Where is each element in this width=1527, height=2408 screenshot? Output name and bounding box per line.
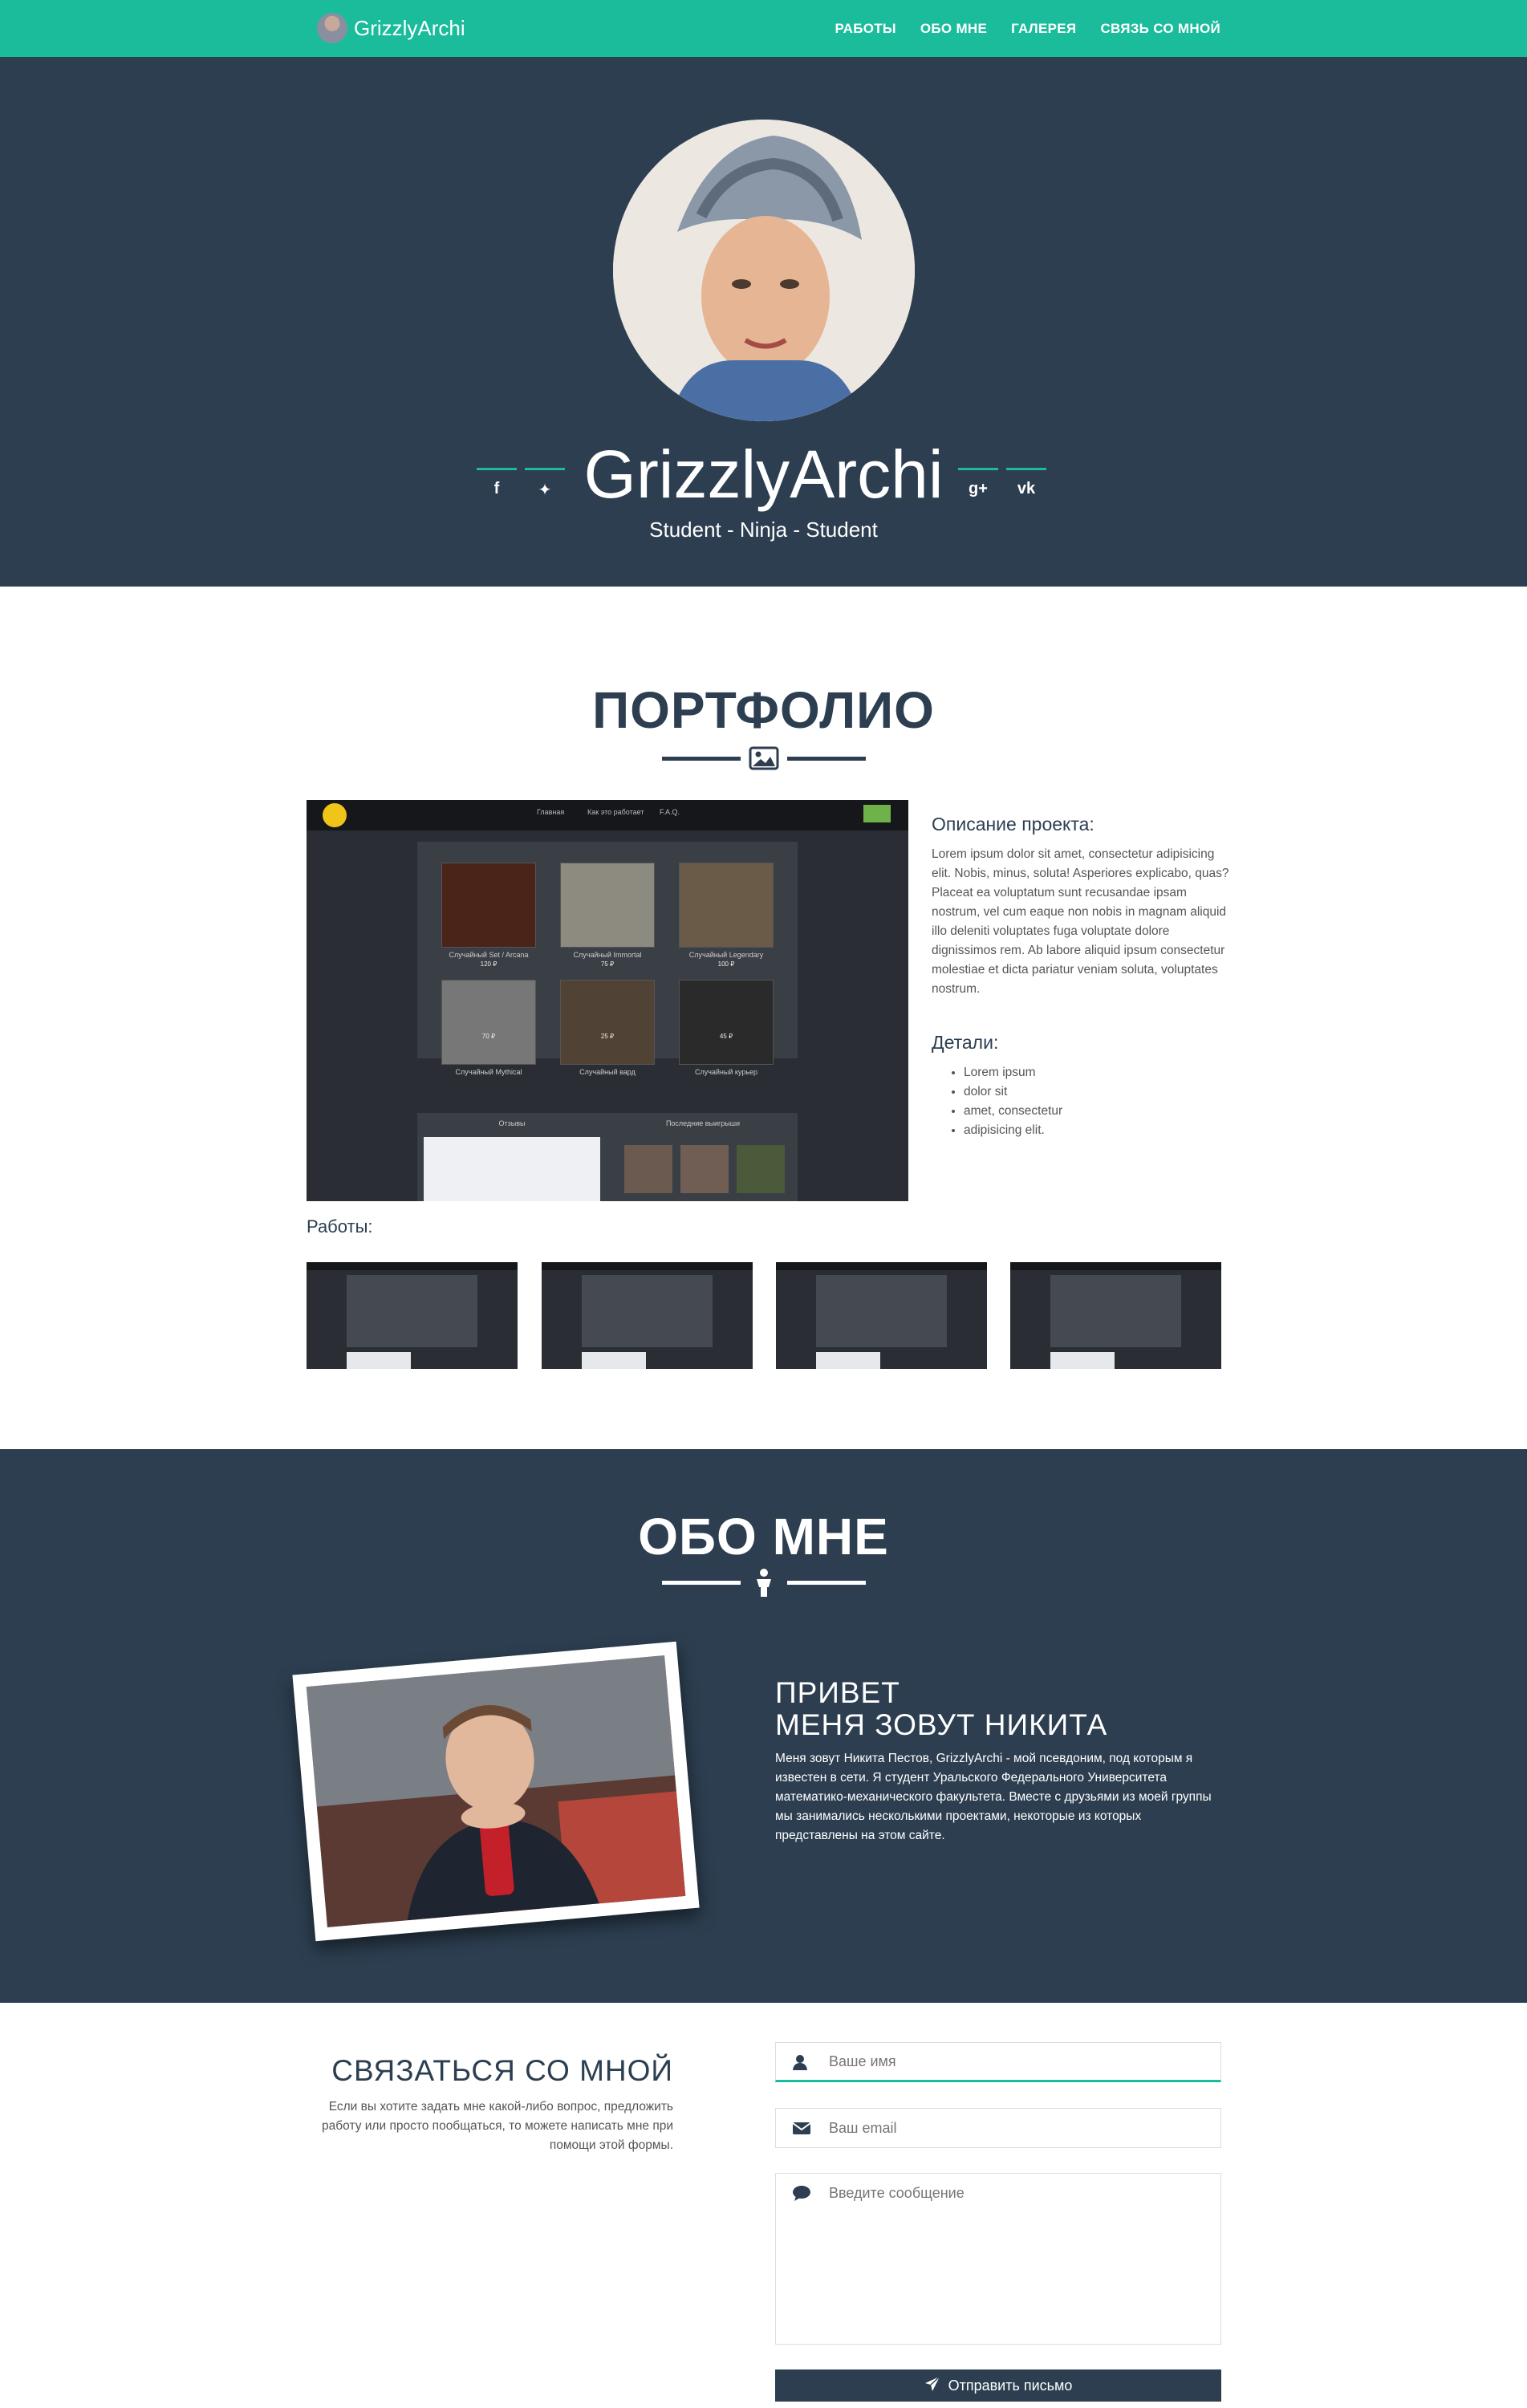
preview-nav-home: Главная — [537, 808, 565, 816]
email-input[interactable] — [829, 2109, 1206, 2147]
divider-line — [787, 1581, 866, 1585]
details-heading: Детали: — [932, 1032, 999, 1053]
nav-link-gallery[interactable]: ГАЛЕРЕЯ — [1011, 21, 1076, 37]
name-input[interactable] — [829, 2043, 1206, 2080]
brand-avatar — [317, 13, 347, 43]
hero-name: GrizzlyArchi — [583, 437, 944, 512]
preview-bottom-panels: Отзывы Последние выигрыши — [417, 1113, 798, 1201]
preview-item-thumb — [441, 980, 536, 1065]
details-item: dolor sit — [964, 1082, 1062, 1102]
preview-caption: Случайный Legendary — [688, 951, 764, 959]
about-section: ОБО МНЕ — [0, 1449, 1527, 2003]
preview-item-thumb — [560, 863, 655, 948]
preview-item-thumb — [560, 980, 655, 1065]
preview-panel-title: Отзывы — [498, 1119, 526, 1127]
preview-caption: Случайный Immortal — [573, 951, 642, 959]
about-photo-frame — [292, 1641, 700, 1942]
preview-nav-faq: F.A.Q. — [660, 808, 680, 816]
work-thumbnail[interactable] — [1010, 1262, 1221, 1369]
preview-logo — [323, 803, 347, 827]
preview-win-thumb — [624, 1145, 672, 1193]
details-item: Lorem ipsum — [964, 1063, 1062, 1082]
preview-nav-how: Как это работает — [587, 808, 644, 816]
preview-price: 25 ₽ — [600, 1033, 615, 1040]
nav-link-contact[interactable]: СВЯЗЬ СО МНОЙ — [1100, 21, 1220, 37]
preview-price: 75 ₽ — [600, 960, 615, 968]
preview-panel-title: Последние выигрыши — [665, 1119, 741, 1127]
portfolio-title: ПОРТФОЛИО — [592, 681, 935, 739]
preview-item-thumb — [679, 863, 774, 948]
message-field[interactable] — [775, 2173, 1221, 2345]
preview-price: 70 ₽ — [481, 1033, 496, 1040]
preview-win-thumb — [680, 1145, 729, 1193]
work-thumbnail[interactable] — [307, 1262, 518, 1369]
hero-header: f ✦ g+ vk GrizzlyArchi Student - Ninja -… — [0, 57, 1527, 587]
preview-item-thumb — [679, 980, 774, 1065]
contact-text: Если вы хотите задать мне какой-либо воп… — [322, 2100, 673, 2152]
name-field[interactable] — [775, 2042, 1221, 2082]
brand-link[interactable]: GrizzlyArchi — [317, 13, 465, 43]
description-heading: Описание проекта: — [932, 814, 1094, 834]
about-heading-line2: МЕНЯ ЗОВУТ НИКИТА — [775, 1708, 1108, 1741]
preview-caption: Случайный Set / Arcana — [449, 951, 529, 959]
preview-item-thumb — [441, 863, 536, 948]
user-icon — [792, 2054, 808, 2075]
nav-link-about[interactable]: ОБО МНЕ — [920, 21, 987, 37]
preview-item-grid: Случайный Set / Arcana Случайный Immorta… — [417, 842, 798, 1076]
contact-title: СВЯЗАТЬСЯ СО МНОЙ — [331, 2054, 673, 2087]
details-list: Lorem ipsum dolor sit amet, consectetur … — [964, 1063, 1062, 1140]
message-input[interactable] — [829, 2185, 1206, 2337]
hero-avatar — [613, 120, 915, 421]
preview-price: 120 ₽ — [480, 960, 497, 968]
image-icon — [748, 742, 780, 774]
about-heading-line1: ПРИВЕТ — [775, 1676, 900, 1709]
about-divider — [662, 1566, 866, 1598]
about-heading: ПРИВЕТ МЕНЯ ЗОВУТ НИКИТА — [775, 1677, 1107, 1741]
envelope-icon — [792, 2120, 811, 2141]
navbar: GrizzlyArchi РАБОТЫ ОБО МНЕ ГАЛЕРЕЯ СВЯЗ… — [0, 0, 1527, 57]
hero-subtitle: Student - Ninja - Student — [649, 518, 878, 542]
project-preview-image[interactable]: Главная Как это работает F.A.Q. Случайны… — [307, 800, 908, 1201]
preview-price: 45 ₽ — [719, 1033, 733, 1040]
divider-line — [662, 757, 741, 761]
preview-badge — [863, 805, 891, 822]
work-thumbnail[interactable] — [776, 1262, 987, 1369]
details-item: amet, consectetur — [964, 1102, 1062, 1121]
nav-menu: РАБОТЫ ОБО МНЕ ГАЛЕРЕЯ СВЯЗЬ СО МНОЙ — [835, 0, 1220, 57]
email-field[interactable] — [775, 2108, 1221, 2148]
about-title: ОБО МНЕ — [638, 1508, 889, 1565]
preview-topbar: Главная Как это работает F.A.Q. — [307, 800, 908, 830]
about-photo — [306, 1655, 686, 1927]
paper-plane-icon — [924, 2375, 940, 2396]
nav-link-works[interactable]: РАБОТЫ — [835, 21, 895, 37]
person-icon — [748, 1566, 780, 1598]
preview-price: 100 ₽ — [717, 960, 735, 968]
divider-line — [787, 757, 866, 761]
brand-name: GrizzlyArchi — [354, 15, 465, 40]
preview-prices-row: 70 ₽ 25 ₽ 45 ₽ — [417, 1033, 798, 1113]
description-text: Lorem ipsum dolor sit amet, consectetur … — [932, 847, 1229, 996]
works-label: Работы: — [307, 1216, 373, 1236]
divider-line — [662, 1581, 741, 1585]
about-text: Меня зовут Никита Пестов, GrizzlyArchi -… — [775, 1752, 1212, 1842]
work-thumbnail[interactable] — [542, 1262, 753, 1369]
send-button[interactable]: Отправить письмо — [775, 2369, 1221, 2402]
preview-win-thumb — [737, 1145, 785, 1193]
send-button-label: Отправить письмо — [948, 2377, 1073, 2394]
preview-comments-widget — [424, 1137, 600, 1201]
details-item: adipisicing elit. — [964, 1121, 1062, 1140]
speech-bubble-icon — [792, 2185, 811, 2206]
portfolio-divider — [662, 742, 866, 774]
